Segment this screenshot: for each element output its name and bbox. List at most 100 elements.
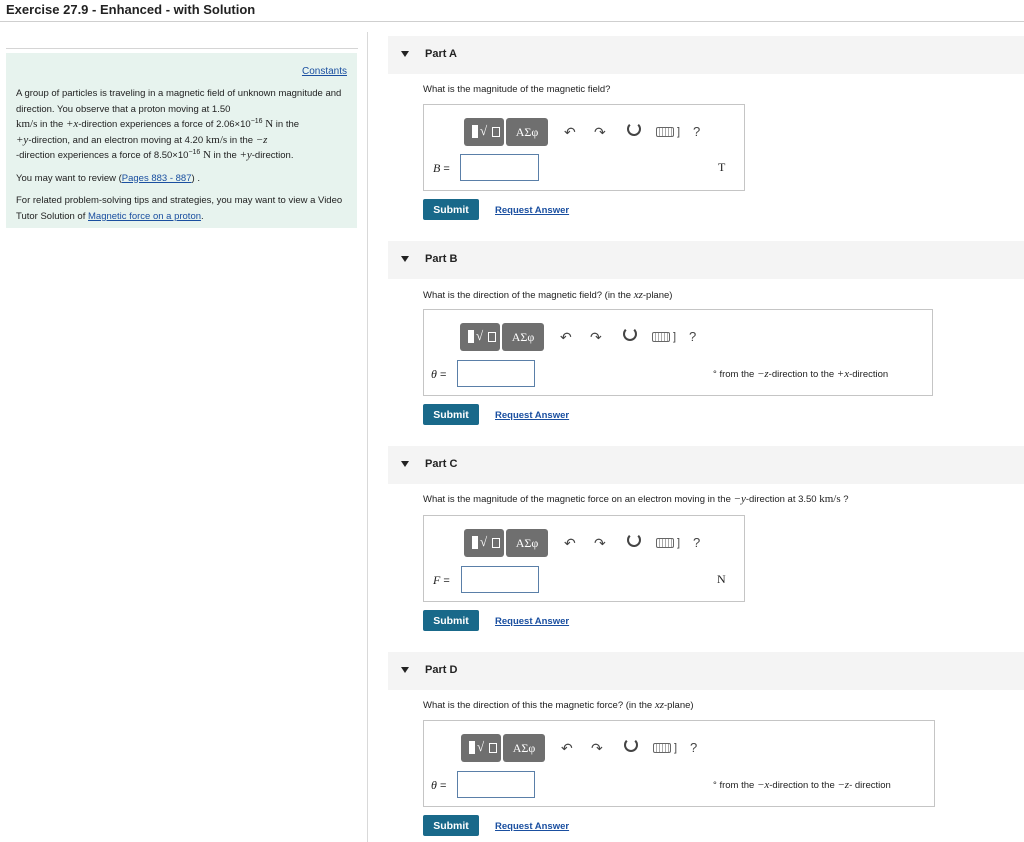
templates-button[interactable]: √ [464, 118, 504, 146]
force-direction-theta-input[interactable] [457, 771, 535, 798]
direction-symbol: −x [756, 779, 770, 791]
direction-symbol: −z [756, 368, 769, 380]
review-paragraph: You may want to review (Pages 883 - 887)… [16, 171, 346, 187]
redo-icon[interactable]: ↷ [590, 329, 602, 345]
unit-symbol: km/s [16, 118, 38, 130]
video-tutor-text: . [201, 210, 204, 222]
unit-text-segment: -direction to the [769, 780, 838, 791]
submit-button[interactable]: Submit [423, 610, 479, 631]
math-toolbar: √ ΑΣφ ↶ ↷ ] ? [460, 323, 710, 351]
part-label: Part A [425, 48, 457, 60]
reset-icon[interactable] [627, 122, 641, 136]
exponent: −16 [188, 149, 201, 156]
reset-icon[interactable] [627, 533, 641, 547]
redo-icon[interactable]: ↷ [594, 124, 606, 140]
unit-symbol: km/s [205, 133, 228, 146]
direction-symbol: −y [733, 493, 746, 505]
undo-icon[interactable]: ↶ [564, 535, 576, 551]
unit-symbol: km/s [819, 493, 841, 505]
help-icon[interactable]: ? [693, 535, 700, 551]
direction-symbol: +x [836, 368, 850, 380]
keyboard-icon[interactable] [656, 127, 674, 137]
greek-symbols-button[interactable]: ΑΣφ [502, 323, 544, 351]
keyboard-bracket: ] [674, 742, 678, 754]
part-label: Part B [425, 253, 458, 265]
problem-statement-panel: Constants A group of particles is travel… [6, 53, 357, 228]
request-answer-link[interactable]: Request Answer [495, 205, 569, 216]
submit-button[interactable]: Submit [423, 404, 479, 425]
pages-link[interactable]: Pages 883 - 887 [122, 173, 192, 184]
math-toolbar: √ ΑΣφ ↶ ↷ ] ? [464, 118, 714, 146]
part-a-answer-box: √ ΑΣφ ↶ ↷ ] ? B = T [423, 104, 745, 191]
templates-button[interactable]: √ [460, 323, 500, 351]
help-icon[interactable]: ? [689, 329, 696, 345]
request-answer-link[interactable]: Request Answer [495, 616, 569, 627]
variable-label: F = [433, 573, 450, 588]
part-d-header[interactable]: Part D [388, 652, 1024, 690]
unit-text-segment: -direction to the [768, 369, 837, 380]
template-box-icon [488, 332, 496, 342]
constants-link[interactable]: Constants [302, 66, 347, 77]
part-c-header[interactable]: Part C [388, 446, 1024, 484]
help-icon[interactable]: ? [693, 124, 700, 140]
part-label: Part D [425, 664, 458, 676]
radical-icon: √ [476, 328, 484, 343]
undo-icon[interactable]: ↶ [561, 740, 573, 756]
reset-icon[interactable] [624, 738, 638, 752]
unit-text-segment: - direction [849, 780, 891, 791]
problem-text-segment: in the [227, 134, 256, 146]
greek-symbols-button[interactable]: ΑΣφ [506, 118, 548, 146]
page-title: Exercise 27.9 - Enhanced - with Solution [6, 2, 256, 17]
problem-text-segment: in the [210, 150, 240, 161]
keyboard-icon[interactable] [653, 743, 671, 753]
redo-icon[interactable]: ↷ [594, 535, 606, 551]
help-icon[interactable]: ? [690, 740, 697, 756]
reset-icon[interactable] [623, 327, 637, 341]
direction-symbol: +x [65, 118, 79, 130]
column-divider [367, 32, 368, 842]
templates-button[interactable]: √ [464, 529, 504, 557]
collapse-arrow-icon[interactable] [401, 51, 409, 57]
part-b-header[interactable]: Part B [388, 241, 1024, 279]
part-b-answer-box: √ ΑΣφ ↶ ↷ ] ? θ = ° from the −z-directio… [423, 309, 933, 396]
request-answer-link[interactable]: Request Answer [495, 410, 569, 421]
video-tutor-link[interactable]: Magnetic force on a proton [88, 211, 201, 222]
unit-text-segment: -direction [849, 369, 889, 380]
direction-symbol: −z [837, 779, 850, 791]
collapse-arrow-icon[interactable] [401, 256, 409, 262]
template-box-icon [492, 127, 500, 137]
template-square-icon [469, 741, 475, 754]
undo-icon[interactable]: ↶ [564, 124, 576, 140]
collapse-arrow-icon[interactable] [401, 667, 409, 673]
problem-paragraph: A group of particles is traveling in a m… [16, 86, 346, 164]
review-text: You may want to review ( [16, 172, 122, 184]
magnitude-b-input[interactable] [460, 154, 539, 181]
request-answer-link[interactable]: Request Answer [495, 821, 569, 832]
submit-button[interactable]: Submit [423, 815, 479, 836]
part-label: Part C [425, 458, 458, 470]
keyboard-icon[interactable] [652, 332, 670, 342]
template-square-icon [472, 536, 478, 549]
equals-sign: = [436, 780, 447, 792]
greek-symbols-button[interactable]: ΑΣφ [506, 529, 548, 557]
greek-symbols-button[interactable]: ΑΣφ [503, 734, 545, 762]
submit-button[interactable]: Submit [423, 199, 479, 220]
templates-button[interactable]: √ [461, 734, 501, 762]
force-f-input[interactable] [461, 566, 539, 593]
unit-text-segment: ° from the [713, 780, 757, 791]
question-text: -plane) [663, 700, 694, 711]
direction-theta-input[interactable] [457, 360, 535, 387]
template-box-icon [489, 743, 497, 753]
problem-text-segment: -direction experiences a force of 8.50×1… [16, 150, 189, 161]
part-a-header[interactable]: Part A [388, 36, 1024, 74]
redo-icon[interactable]: ↷ [591, 740, 603, 756]
problem-text-segment: in the [273, 119, 300, 130]
unit-text-segment: ° from the [713, 369, 757, 380]
radical-icon: √ [480, 534, 488, 549]
video-tutor-paragraph: For related problem-solving tips and str… [16, 193, 346, 224]
collapse-arrow-icon[interactable] [401, 461, 409, 467]
undo-icon[interactable]: ↶ [560, 329, 572, 345]
math-toolbar: √ ΑΣφ ↶ ↷ ] ? [464, 529, 714, 557]
keyboard-icon[interactable] [656, 538, 674, 548]
part-c-question: What is the magnitude of the magnetic fo… [423, 493, 849, 505]
